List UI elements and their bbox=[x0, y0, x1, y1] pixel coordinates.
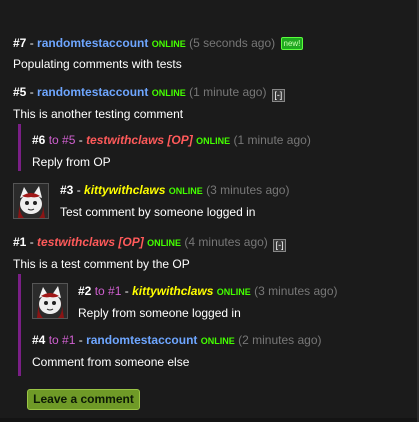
author-link[interactable]: kittywithclaws bbox=[132, 284, 213, 298]
comment-time: (3 minutes ago) bbox=[206, 183, 290, 197]
separator: - bbox=[26, 36, 38, 50]
comment-7: #7 - randomtestaccount ONLINE (5 seconds… bbox=[13, 36, 419, 72]
comment-text: Test comment by someone logged in bbox=[60, 205, 256, 219]
author-link[interactable]: randomtestaccount bbox=[37, 36, 148, 50]
online-status: ONLINE bbox=[168, 186, 203, 196]
comment-number[interactable]: #6 bbox=[32, 133, 45, 147]
comment-header: #4 to #1 - randomtestaccount ONLINE (2 m… bbox=[32, 333, 419, 347]
comment-6: #6 to #5 - testwithclaws [OP] ONLINE (1 … bbox=[32, 133, 419, 170]
comment-4: #4 to #1 - randomtestaccount ONLINE (2 m… bbox=[32, 333, 419, 370]
leave-comment-button[interactable]: Leave a comment bbox=[27, 389, 140, 410]
comment-time: (4 minutes ago) bbox=[184, 235, 268, 249]
comment-number[interactable]: #4 bbox=[32, 333, 45, 347]
comment-header: #3 - kittywithclaws ONLINE (3 minutes ag… bbox=[60, 183, 419, 197]
comment-5: #5 - randomtestaccount ONLINE (1 minute … bbox=[13, 85, 419, 122]
comment-time: (2 minutes ago) bbox=[238, 333, 322, 347]
comment-text: This is another testing comment bbox=[13, 107, 184, 121]
comment-number[interactable]: #1 bbox=[13, 235, 26, 249]
author-link[interactable]: kittywithclaws bbox=[84, 183, 165, 197]
online-status: ONLINE bbox=[216, 287, 251, 297]
comment-number[interactable]: #7 bbox=[13, 36, 26, 50]
comment-header: #2 to #1 - kittywithclaws ONLINE (3 minu… bbox=[78, 284, 419, 298]
comment-number[interactable]: #2 bbox=[78, 284, 91, 298]
comment-1: #1 - testwithclaws [OP] ONLINE (4 minute… bbox=[13, 235, 419, 272]
comment-time: (1 minute ago) bbox=[189, 85, 267, 99]
comment-time: (5 seconds ago) bbox=[189, 36, 276, 50]
comment-number[interactable]: #3 bbox=[60, 183, 73, 197]
online-status: ONLINE bbox=[200, 336, 235, 346]
comment-text: Reply from someone logged in bbox=[78, 306, 241, 320]
comment-time: (1 minute ago) bbox=[233, 133, 311, 147]
author-link[interactable]: randomtestaccount bbox=[37, 85, 148, 99]
comment-text: Comment from someone else bbox=[32, 355, 190, 369]
reply-to-link[interactable]: to #1 bbox=[91, 284, 122, 298]
comment-text: Populating comments with tests bbox=[13, 57, 182, 71]
comment-text: This is a test comment by the OP bbox=[13, 257, 190, 271]
online-status: ONLINE bbox=[196, 136, 231, 146]
comment-header: #6 to #5 - testwithclaws [OP] ONLINE (1 … bbox=[32, 133, 419, 147]
comment-header: #7 - randomtestaccount ONLINE (5 seconds… bbox=[13, 36, 419, 50]
new-badge: new! bbox=[280, 37, 304, 50]
comment-3: #3 - kittywithclaws ONLINE (3 minutes ag… bbox=[60, 183, 419, 220]
separator: - bbox=[75, 333, 87, 347]
separator: - bbox=[26, 235, 38, 249]
comments-page: #7 - randomtestaccount ONLINE (5 seconds… bbox=[0, 0, 419, 422]
collapse-button[interactable]: [-] bbox=[271, 89, 285, 102]
cat-avatar-icon bbox=[33, 284, 67, 318]
avatar[interactable] bbox=[13, 183, 49, 219]
reply-to-link[interactable]: to #1 bbox=[45, 333, 76, 347]
separator: - bbox=[121, 284, 133, 298]
comment-header: #5 - randomtestaccount ONLINE (1 minute … bbox=[13, 85, 419, 102]
online-status: ONLINE bbox=[147, 238, 182, 248]
comment-text: Reply from OP bbox=[32, 155, 111, 169]
comment-2: #2 to #1 - kittywithclaws ONLINE (3 minu… bbox=[78, 284, 419, 321]
comment-number[interactable]: #5 bbox=[13, 85, 26, 99]
author-link[interactable]: randomtestaccount bbox=[86, 333, 197, 347]
comment-time: (3 minutes ago) bbox=[254, 284, 338, 298]
online-status: ONLINE bbox=[151, 39, 186, 49]
online-status: ONLINE bbox=[151, 88, 186, 98]
cat-avatar-icon bbox=[14, 184, 48, 218]
reply-to-link[interactable]: to #5 bbox=[45, 133, 76, 147]
comment-header: #1 - testwithclaws [OP] ONLINE (4 minute… bbox=[13, 235, 419, 252]
separator: - bbox=[26, 85, 38, 99]
separator: - bbox=[75, 133, 87, 147]
separator: - bbox=[73, 183, 85, 197]
author-link[interactable]: testwithclaws [OP] bbox=[86, 133, 193, 147]
thread-bar bbox=[18, 124, 21, 171]
collapse-button[interactable]: [-] bbox=[273, 239, 287, 252]
avatar[interactable] bbox=[32, 283, 68, 319]
footer-divider bbox=[0, 418, 419, 422]
author-link[interactable]: testwithclaws [OP] bbox=[37, 235, 144, 249]
thread-bar bbox=[18, 274, 21, 376]
